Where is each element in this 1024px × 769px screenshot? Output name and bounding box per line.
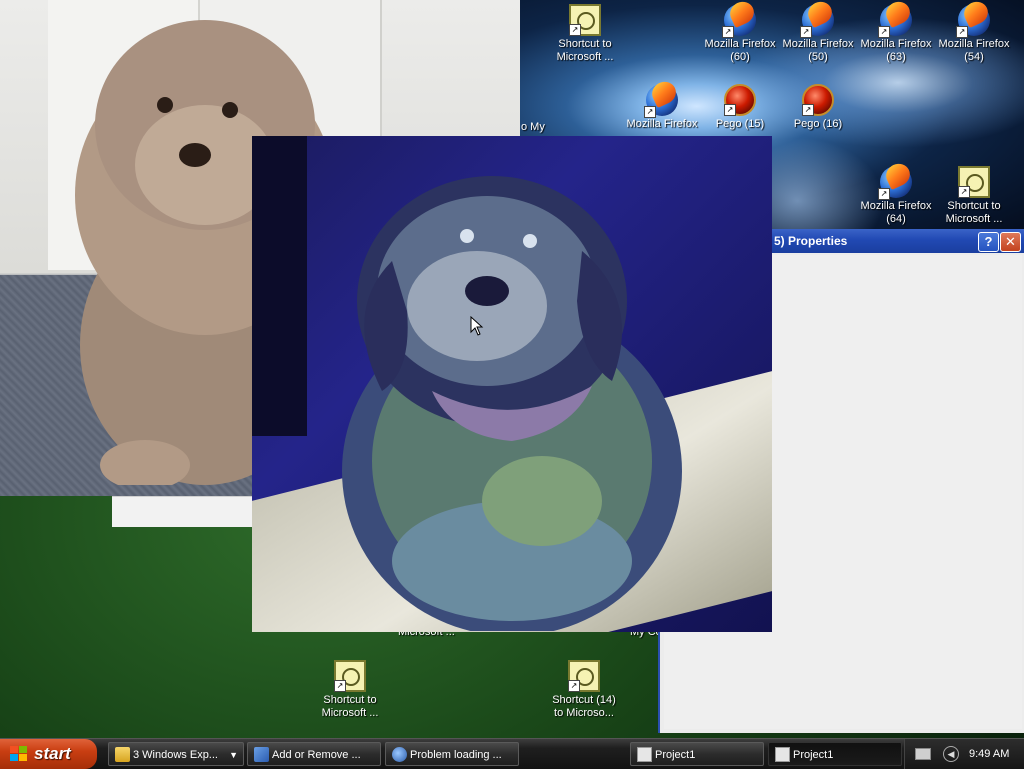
firefox-icon: ↗ bbox=[878, 166, 912, 200]
icon-label: (54) bbox=[964, 51, 984, 63]
icon-label: Pego (16) bbox=[793, 118, 843, 130]
icon-label: Mozilla Firefox bbox=[782, 38, 854, 50]
clock[interactable]: 9:49 AM bbox=[969, 739, 1009, 769]
desktop-icon-pego-16[interactable]: ↗ Pego (16) bbox=[779, 84, 857, 131]
shortcut-icon: ↗ bbox=[958, 166, 990, 198]
desktop-icon-pego-15[interactable]: ↗ Pego (15) bbox=[701, 84, 779, 131]
taskbar-button-project1-active[interactable]: Project1 bbox=[768, 742, 902, 766]
desktop-icon-firefox-64[interactable]: ↗ Mozilla Firefox (64) bbox=[857, 166, 935, 226]
firefox-icon: ↗ bbox=[956, 4, 990, 38]
task-label: 3 Windows Exp... bbox=[133, 749, 218, 761]
pego-icon: ↗ bbox=[802, 84, 834, 116]
task-label: Problem loading ... bbox=[410, 749, 502, 761]
project-icon bbox=[637, 747, 652, 762]
desktop-icon-firefox[interactable]: ↗ Mozilla Firefox bbox=[623, 84, 701, 131]
icon-label: (63) bbox=[886, 51, 906, 63]
window-fragment bbox=[112, 496, 252, 527]
icon-label: Shortcut (14) bbox=[552, 694, 616, 706]
firefox-icon: ↗ bbox=[722, 4, 756, 38]
icon-label: Microsoft ... bbox=[556, 51, 614, 63]
shortcut-icon: ↗ bbox=[334, 660, 366, 692]
desktop-icon-ms-shortcut-top[interactable]: ↗ Shortcut to Microsoft ... bbox=[546, 4, 624, 64]
mouse-cursor-icon bbox=[470, 316, 484, 336]
desktop-label-fragment: o My bbox=[521, 121, 545, 133]
desktop-icon-firefox-50[interactable]: ↗ Mozilla Firefox (50) bbox=[779, 4, 857, 64]
icon-label: (60) bbox=[730, 51, 750, 63]
icon-label: Microsoft ... bbox=[945, 213, 1003, 225]
globe-icon bbox=[392, 747, 407, 762]
icon-label: Shortcut to bbox=[558, 38, 612, 50]
window-title: 5) Properties bbox=[774, 234, 848, 248]
system-tray: ◀ 9:49 AM bbox=[904, 739, 1024, 769]
desktop-icon-ms-shortcut-bottom[interactable]: ↗ Shortcut to Microsoft ... bbox=[311, 660, 389, 720]
taskbar: start 3 Windows Exp... ▼ Add or Remove .… bbox=[0, 738, 1024, 769]
keyboard-icon[interactable] bbox=[915, 748, 931, 760]
desktop-icon-firefox-60[interactable]: ↗ Mozilla Firefox (60) bbox=[701, 4, 779, 64]
icon-label: Mozilla Firefox bbox=[938, 38, 1010, 50]
firefox-icon: ↗ bbox=[878, 4, 912, 38]
posterized-dog-image-window[interactable] bbox=[252, 136, 772, 632]
help-icon: ? bbox=[984, 234, 993, 249]
icon-label: Mozilla Firefox bbox=[860, 38, 932, 50]
task-label: Add or Remove ... bbox=[272, 749, 361, 761]
desktop-icon-firefox-63[interactable]: ↗ Mozilla Firefox (63) bbox=[857, 4, 935, 64]
pego-icon: ↗ bbox=[724, 84, 756, 116]
folder-icon bbox=[115, 747, 130, 762]
icon-label: (64) bbox=[886, 213, 906, 225]
shortcut-icon: ↗ bbox=[568, 660, 600, 692]
taskbar-button-project1[interactable]: Project1 bbox=[630, 742, 764, 766]
chevron-down-icon: ▼ bbox=[229, 750, 238, 760]
desktop-icon-ms-shortcut-right[interactable]: ↗ Shortcut to Microsoft ... bbox=[935, 166, 1013, 226]
icon-label: Mozilla Firefox bbox=[860, 200, 932, 212]
windows-logo-icon bbox=[10, 746, 27, 761]
task-label: Project1 bbox=[793, 749, 834, 761]
close-icon: ✕ bbox=[1005, 234, 1016, 249]
icon-label: Shortcut to bbox=[947, 200, 1001, 212]
desktop-icon-firefox-54[interactable]: ↗ Mozilla Firefox (54) bbox=[935, 4, 1013, 64]
taskbar-button-windows-explorer[interactable]: 3 Windows Exp... ▼ bbox=[108, 742, 244, 766]
help-button[interactable]: ? bbox=[978, 232, 999, 252]
icon-label: Mozilla Firefox bbox=[704, 38, 776, 50]
icon-label: Mozilla Firefox bbox=[626, 118, 698, 130]
task-label: Project1 bbox=[655, 749, 696, 761]
start-button[interactable]: start bbox=[0, 739, 97, 769]
firefox-icon: ↗ bbox=[644, 84, 678, 118]
photo-shadow bbox=[252, 136, 307, 436]
shortcut-icon: ↗ bbox=[569, 4, 601, 36]
icon-label: Microsoft ... bbox=[321, 707, 379, 719]
posterized-dog-image bbox=[342, 176, 682, 631]
desktop-icon-ms-shortcut-14[interactable]: ↗ Shortcut (14) to Microso... bbox=[545, 660, 623, 720]
icon-label: Pego (15) bbox=[715, 118, 765, 130]
icon-label: Shortcut to bbox=[323, 694, 377, 706]
close-button[interactable]: ✕ bbox=[1000, 232, 1021, 252]
project-icon bbox=[775, 747, 790, 762]
icon-label: to Microso... bbox=[554, 707, 614, 719]
icon-label: (50) bbox=[808, 51, 828, 63]
add-remove-icon bbox=[254, 747, 269, 762]
firefox-icon: ↗ bbox=[800, 4, 834, 38]
taskbar-button-problem-loading[interactable]: Problem loading ... bbox=[385, 742, 519, 766]
taskbar-button-add-or-remove[interactable]: Add or Remove ... bbox=[247, 742, 381, 766]
show-hidden-icons-button[interactable]: ◀ bbox=[943, 746, 959, 762]
start-label: start bbox=[34, 744, 71, 763]
